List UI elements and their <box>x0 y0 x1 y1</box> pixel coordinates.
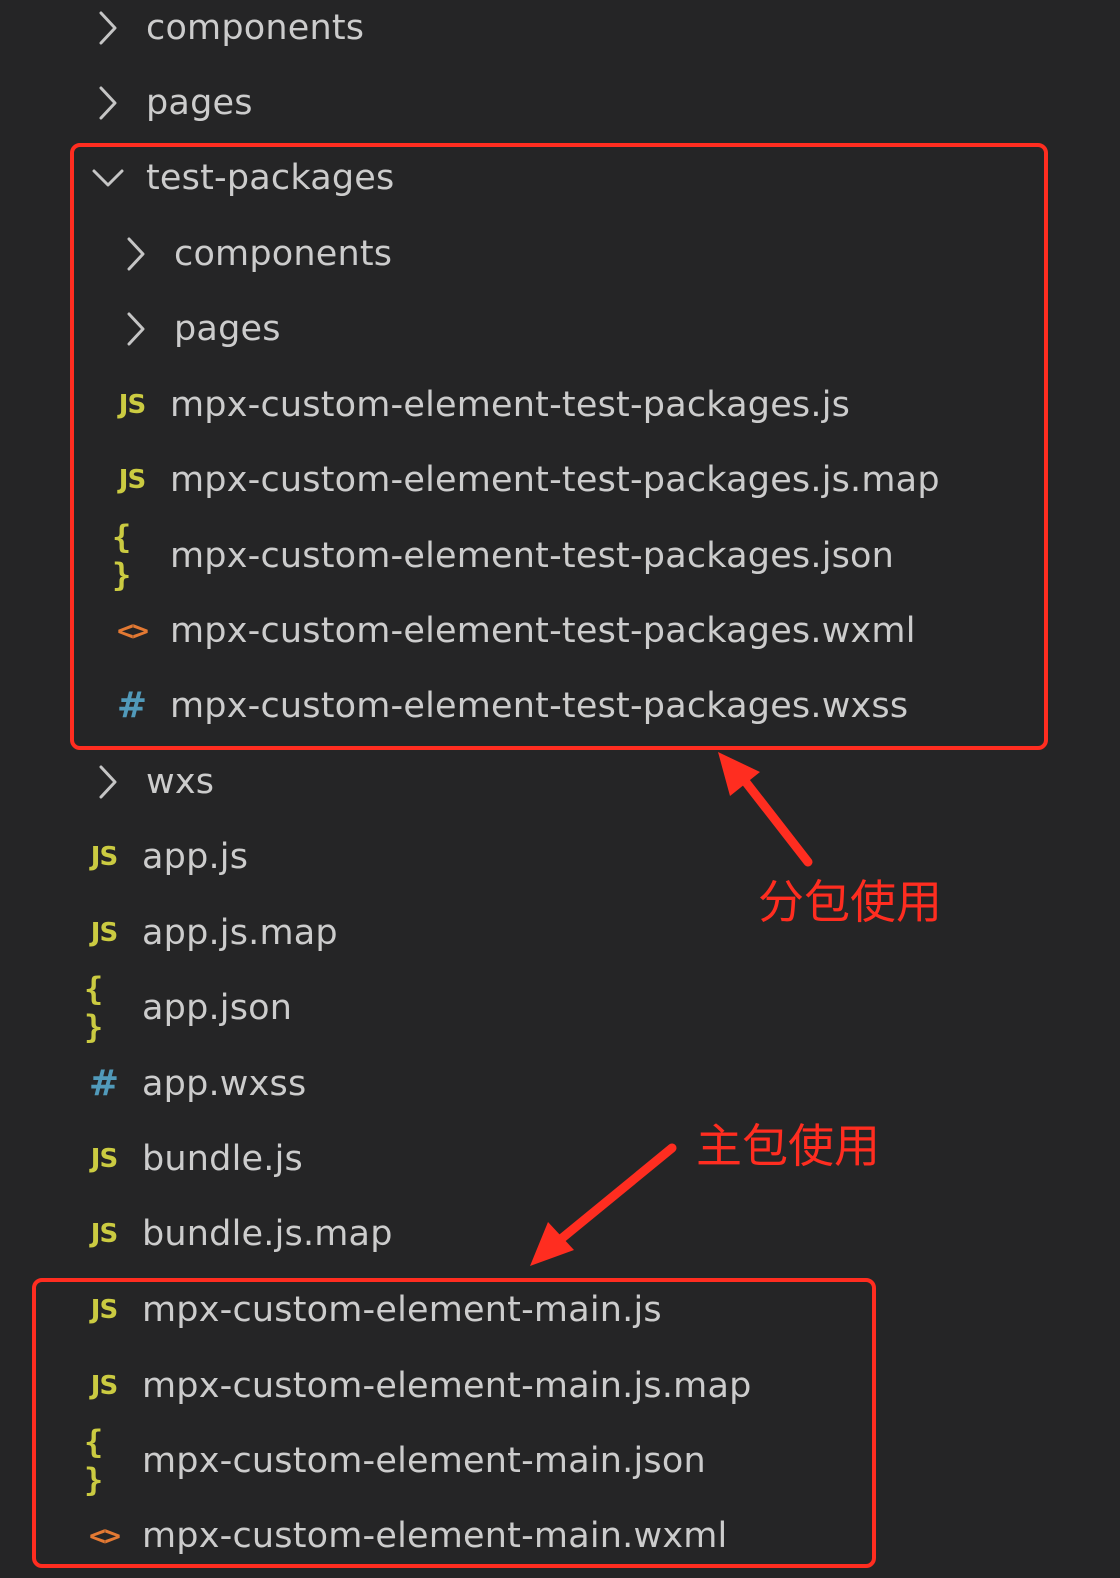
js-file-icon: JS <box>118 464 146 495</box>
tree-item-label: mpx-custom-element-test-packages.json <box>170 535 895 576</box>
file-row[interactable]: { } mpx-custom-element-test-packages.json <box>0 517 1120 594</box>
js-file-icon: JS <box>90 917 118 948</box>
json-file-icon: { } <box>84 969 104 1046</box>
tree-item-label: mpx-custom-element-main.js <box>142 1289 662 1330</box>
file-row[interactable]: { } app.json <box>0 969 1120 1046</box>
chevron-right-icon <box>88 83 128 123</box>
chevron-right-icon <box>88 762 128 802</box>
tree-item-label: test-packages <box>146 157 395 198</box>
file-row[interactable]: # app.wxss <box>0 1046 1120 1121</box>
file-row[interactable]: JS bundle.js <box>0 1121 1120 1196</box>
tree-item-label: pages <box>174 308 281 349</box>
folder-row[interactable]: wxs <box>0 744 1120 819</box>
tree-item-label: mpx-custom-element-main.json <box>142 1440 706 1481</box>
file-row[interactable]: JS app.js <box>0 819 1120 894</box>
tree-item-label: wxs <box>146 761 215 802</box>
file-row[interactable]: JS mpx-custom-element-main.js.map <box>0 1348 1120 1423</box>
folder-row[interactable]: components <box>0 0 1120 65</box>
folder-row[interactable]: pages <box>0 65 1120 140</box>
chevron-right-icon <box>116 234 156 274</box>
tree-item-label: app.json <box>142 987 293 1028</box>
file-row[interactable]: JS mpx-custom-element-test-packages.js.ma… <box>0 442 1120 517</box>
tree-item-label: app.js.map <box>142 912 338 953</box>
js-file-icon: JS <box>90 841 118 872</box>
file-explorer-tree: components pages test-packages components pa… <box>0 0 1120 1578</box>
file-row[interactable]: JS mpx-custom-element-main.js <box>0 1272 1120 1347</box>
subpackage-annotation: 分包使用 <box>758 875 942 929</box>
tree-item-label: mpx-custom-element-main.js.map <box>142 1365 752 1406</box>
wxss-file-icon: # <box>116 685 148 726</box>
wxss-file-icon: # <box>88 1063 120 1104</box>
file-row[interactable]: <> mpx-custom-element-main.wxml <box>0 1498 1120 1573</box>
main-package-annotation: 主包使用 <box>696 1119 880 1173</box>
tree-item-label: mpx-custom-element-test-packages.wxml <box>170 610 916 651</box>
tree-item-label: app.js <box>142 836 249 877</box>
file-row[interactable]: JS mpx-custom-element-test-packages.js <box>0 367 1120 442</box>
tree-item-label: mpx-custom-element-test-packages.wxss <box>170 685 909 726</box>
chevron-right-icon <box>88 8 128 48</box>
chevron-right-icon <box>116 309 156 349</box>
tree-item-label: components <box>146 7 365 48</box>
js-file-icon: JS <box>118 389 146 420</box>
folder-row[interactable]: pages <box>0 291 1120 366</box>
json-file-icon: { } <box>84 1422 104 1499</box>
tree-item-label: mpx-custom-element-test-packages.js <box>170 384 851 425</box>
tree-item-label: pages <box>146 82 253 123</box>
folder-row[interactable]: test-packages <box>0 140 1120 215</box>
file-row[interactable]: # mpx-custom-element-test-packages.wxss <box>0 668 1120 743</box>
folder-row[interactable]: components <box>0 216 1120 291</box>
tree-item-label: components <box>174 233 393 274</box>
wxml-file-icon: <> <box>89 1519 121 1552</box>
file-row[interactable]: <> mpx-custom-element-test-packages.wxml <box>0 593 1120 668</box>
js-file-icon: JS <box>90 1370 118 1401</box>
js-file-icon: JS <box>90 1218 118 1249</box>
js-file-icon: JS <box>90 1294 118 1325</box>
tree-item-label: mpx-custom-element-main.wxml <box>142 1515 728 1556</box>
tree-item-label: mpx-custom-element-test-packages.js.map <box>170 459 940 500</box>
tree-item-label: bundle.js <box>142 1138 303 1179</box>
wxml-file-icon: <> <box>117 614 149 647</box>
file-row[interactable]: JS bundle.js.map <box>0 1196 1120 1271</box>
json-file-icon: { } <box>112 517 132 594</box>
tree-item-label: app.wxss <box>142 1063 307 1104</box>
chevron-down-icon <box>88 158 128 198</box>
js-file-icon: JS <box>90 1143 118 1174</box>
file-row[interactable]: { } mpx-custom-element-main.json <box>0 1422 1120 1499</box>
file-row[interactable]: JS app.js.map <box>0 895 1120 970</box>
tree-item-label: bundle.js.map <box>142 1213 393 1254</box>
